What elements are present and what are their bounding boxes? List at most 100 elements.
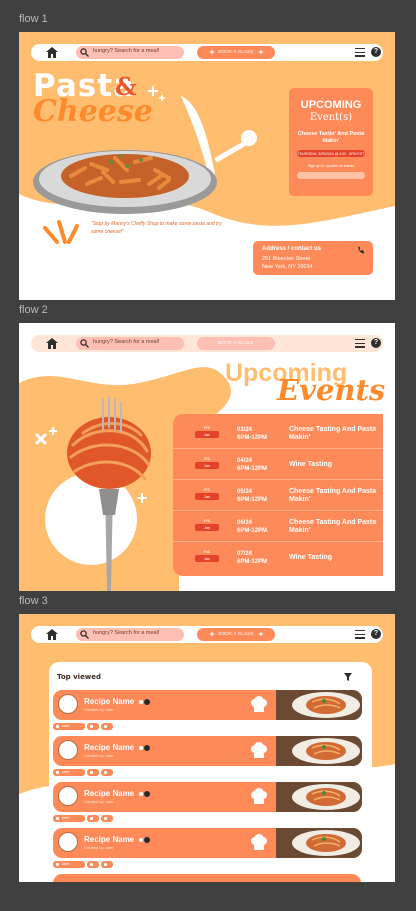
events-card-heading: UPCOMING	[300, 99, 362, 111]
like-button[interactable]	[87, 815, 99, 822]
help-icon[interactable]: ?	[371, 629, 381, 639]
recipe-bar	[53, 874, 361, 882]
like-button[interactable]	[87, 769, 99, 776]
event-date: 06/24 6PM-12PM	[237, 520, 268, 534]
share-button[interactable]	[101, 723, 113, 730]
event-name: Wine Tasting	[289, 461, 332, 468]
home-icon[interactable]	[46, 47, 58, 58]
recipe-image	[276, 782, 362, 812]
chef-hat-icon	[251, 788, 267, 804]
hero-quote: "Stop by Manny's Cheffy Shop to make som…	[91, 221, 222, 235]
event-weekday: FRI	[203, 425, 211, 430]
menu-icon[interactable]	[355, 630, 365, 639]
recipe-image	[276, 690, 362, 720]
recipe-name: Recipe Name	[84, 697, 135, 706]
events-card-event-name: Cheese Tastin' And Pasta Makin'	[297, 131, 365, 144]
status-dot	[139, 792, 143, 796]
status-dot	[144, 791, 150, 797]
recipe-author: Created by: user	[84, 845, 114, 850]
event-month-badge: Jan	[195, 462, 219, 469]
event-row[interactable]: FRI Jan 03/24 6PM-12PM Cheese Tasting And…	[173, 418, 383, 449]
save-chip[interactable]: save	[53, 815, 85, 822]
flow-2-frame: hungry? Search for a meal! BOOK A CLASS …	[19, 323, 395, 591]
book-a-class-button[interactable]: BOOK A CLASS	[197, 46, 275, 59]
recipe-author: Created by: user	[84, 799, 114, 804]
status-dot	[139, 700, 143, 704]
help-icon[interactable]: ?	[371, 47, 381, 57]
search-input[interactable]: hungry? Search for a meal!	[76, 628, 184, 641]
phone-icon[interactable]	[357, 246, 365, 254]
address-title: Address / contact us	[262, 246, 322, 252]
events-title: Events	[277, 373, 386, 407]
recipe-image	[276, 828, 362, 858]
sparkle-icon	[258, 631, 264, 637]
events-card-subheading: Event(s)	[309, 112, 353, 123]
top-nav: hungry? Search for a meal! BOOK A CLASS …	[31, 626, 383, 643]
event-row[interactable]: FRI Jan 04/24 6PM-12PM Wine Tasting	[173, 449, 383, 480]
event-date: 07/24 6PM-12PM	[237, 551, 268, 565]
recipe-card[interactable]: Recipe Name Created by: user save	[53, 782, 363, 824]
menu-icon[interactable]	[355, 339, 365, 348]
search-input[interactable]: hungry? Search for a meal!	[76, 337, 184, 350]
help-icon[interactable]: ?	[371, 338, 381, 348]
share-button[interactable]	[101, 815, 113, 822]
save-chip[interactable]: save	[53, 861, 85, 868]
event-row[interactable]: Fall Jan 07/24 6PM-12PM Wine Tasting	[173, 542, 383, 573]
event-weekday: FRI	[203, 487, 211, 492]
chef-hat-icon	[251, 696, 267, 712]
save-chip[interactable]: save	[53, 769, 85, 776]
event-row[interactable]: FRI Jan 05/24 6PM-12PM Cheese Tasting And…	[173, 480, 383, 511]
recipe-card[interactable]: Recipe Name Created by: user save	[53, 828, 363, 870]
event-date: 05/24 6PM-12PM	[237, 489, 268, 503]
status-dot	[144, 745, 150, 751]
event-month-badge: Jan	[195, 524, 219, 531]
search-input[interactable]: hungry? Search for a meal!	[76, 46, 184, 59]
recipe-card[interactable]: Recipe Name Created by: user save	[53, 690, 363, 732]
flow-1-label: flow 1	[19, 13, 48, 25]
spaghetti-fork-image	[67, 396, 151, 591]
search-icon	[80, 630, 89, 639]
event-weekday: Fall	[203, 549, 211, 554]
recipe-name: Recipe Name	[84, 789, 135, 798]
book-a-class-button[interactable]: BOOK A CLASS	[197, 337, 275, 350]
filter-icon[interactable]	[344, 673, 352, 681]
burst-lines-icon	[43, 220, 79, 244]
save-chip[interactable]: save	[53, 723, 85, 730]
avatar	[58, 832, 78, 852]
avatar	[58, 740, 78, 760]
home-icon[interactable]	[46, 338, 58, 349]
status-dot	[139, 746, 143, 750]
top-viewed-panel: Top viewed Recipe Name Created by: user …	[49, 662, 372, 882]
recipe-image	[276, 736, 362, 766]
chef-hat-icon	[251, 834, 267, 850]
recipe-card[interactable]: Recipe Name Created by: user save	[53, 736, 363, 778]
share-button[interactable]	[101, 769, 113, 776]
book-a-class-button[interactable]: BOOK A CLASS	[197, 628, 275, 641]
top-nav: hungry? Search for a meal! BOOK A CLASS …	[31, 335, 383, 352]
recipe-card[interactable]	[53, 874, 363, 882]
search-placeholder: hungry? Search for a meal!	[93, 339, 160, 345]
recipe-author: Created by: user	[84, 707, 114, 712]
search-placeholder: hungry? Search for a meal!	[93, 630, 160, 636]
event-date: 04/24 6PM-12PM	[237, 458, 268, 472]
menu-icon[interactable]	[355, 48, 365, 57]
event-month-badge: Jan	[195, 493, 219, 500]
chef-hat-icon	[251, 742, 267, 758]
share-button[interactable]	[101, 861, 113, 868]
flow-3-label: flow 3	[19, 595, 48, 607]
like-button[interactable]	[87, 723, 99, 730]
like-button[interactable]	[87, 861, 99, 868]
recipe-name: Recipe Name	[84, 835, 135, 844]
flow-1-frame: hungry? Search for a meal! BOOK A CLASS …	[19, 32, 395, 300]
pasta-plate-image	[33, 150, 217, 214]
event-weekday: FRI	[203, 518, 211, 523]
event-name: Cheese Tasting And Pasta Makin'	[289, 426, 377, 441]
email-field[interactable]	[297, 172, 365, 179]
home-icon[interactable]	[46, 629, 58, 640]
event-row[interactable]: FRI Jan 06/24 6PM-12PM Cheese Tasting And…	[173, 511, 383, 542]
sparkle-icon	[258, 49, 264, 55]
event-date: 03/24 6PM-12PM	[237, 427, 268, 441]
address-line-1: 251 Bleecker Street	[262, 256, 311, 262]
recipe-name: Recipe Name	[84, 743, 135, 752]
avatar	[58, 694, 78, 714]
